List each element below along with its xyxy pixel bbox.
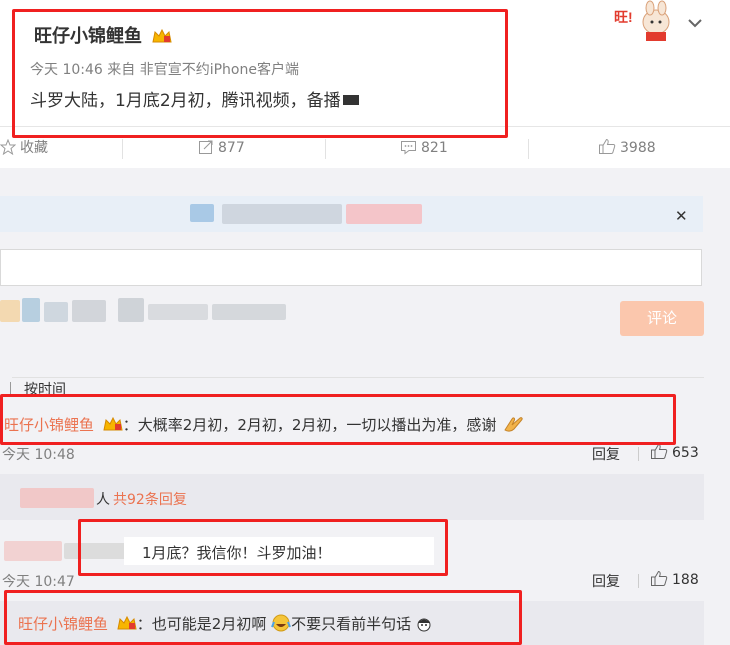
sort-by-time[interactable]: 按时间: [24, 379, 66, 399]
comment-3-text: 旺仔小锦鲤鱼 ：也可能是2月初啊 不要只看前半句话: [18, 613, 432, 634]
view-replies-link[interactable]: 共92条回复: [113, 489, 187, 509]
vip-crown-icon: [152, 28, 172, 43]
post-text: 斗罗大陆，1月底2月初，腾讯视频，备播: [30, 86, 359, 111]
chevron-down-icon[interactable]: [686, 14, 704, 32]
comment-2-like-button[interactable]: 188: [650, 570, 699, 588]
star-icon: [0, 138, 17, 156]
comment-button[interactable]: 821: [400, 127, 448, 169]
laugh-cry-emoji-icon: [271, 614, 292, 632]
like-icon: [651, 570, 668, 586]
tv-icon: [342, 95, 359, 105]
close-icon[interactable]: ✕: [675, 207, 688, 225]
comment-1-time: 今天 10:48: [2, 447, 75, 463]
comment-input[interactable]: [0, 249, 702, 286]
favorite-button[interactable]: 收藏: [0, 127, 48, 169]
comment-2-reply-button[interactable]: 回复: [592, 571, 620, 591]
comment-2-blurred-author: [0, 539, 130, 563]
post-meta: 今天 10:46 来自 非官宣不约iPhone客户端: [30, 62, 299, 78]
like-icon: [599, 138, 616, 154]
submit-comment-button[interactable]: 评论: [620, 301, 704, 336]
comment-icon: [401, 141, 416, 155]
repost-button[interactable]: 877: [198, 127, 245, 169]
comment-panel: [0, 168, 730, 645]
mascot-sticker-icon: 旺!: [614, 0, 670, 41]
divider: [12, 377, 704, 378]
replies-row[interactable]: 人 共92条回复: [0, 474, 704, 520]
face-emoji-icon: [417, 618, 431, 632]
like-icon: [651, 443, 668, 459]
comment-1-like-button[interactable]: 653: [650, 443, 699, 461]
comment-1-text: 旺仔小锦鲤鱼 ：大概率2月初，2月初，2月初，一切以播出为准，感谢: [4, 414, 525, 435]
notice-bar: [0, 196, 703, 232]
like-button[interactable]: 3988: [598, 127, 656, 169]
comment-2-time: 今天 10:47: [2, 574, 75, 590]
vip-crown-icon: [103, 416, 123, 431]
comment-2-text: 1月底？我信你！斗罗加油！: [142, 544, 332, 562]
compose-toolbar: [0, 296, 290, 326]
comment-1-reply-button[interactable]: 回复: [592, 444, 620, 464]
svg-text:旺!: 旺!: [614, 9, 633, 25]
repost-icon: [199, 140, 213, 154]
post-author-name[interactable]: 旺仔小锦鲤鱼: [34, 26, 142, 47]
clap-hands-icon: [504, 417, 523, 432]
vip-crown-icon: [117, 615, 137, 630]
comment-3-author[interactable]: 旺仔小锦鲤鱼: [18, 615, 108, 633]
sort-indicator: [10, 382, 11, 396]
comment-1-author[interactable]: 旺仔小锦鲤鱼: [4, 416, 94, 434]
post-author[interactable]: 旺仔小锦鲤鱼: [34, 22, 172, 48]
post-action-bar: 收藏 877 821 3988: [0, 126, 730, 170]
